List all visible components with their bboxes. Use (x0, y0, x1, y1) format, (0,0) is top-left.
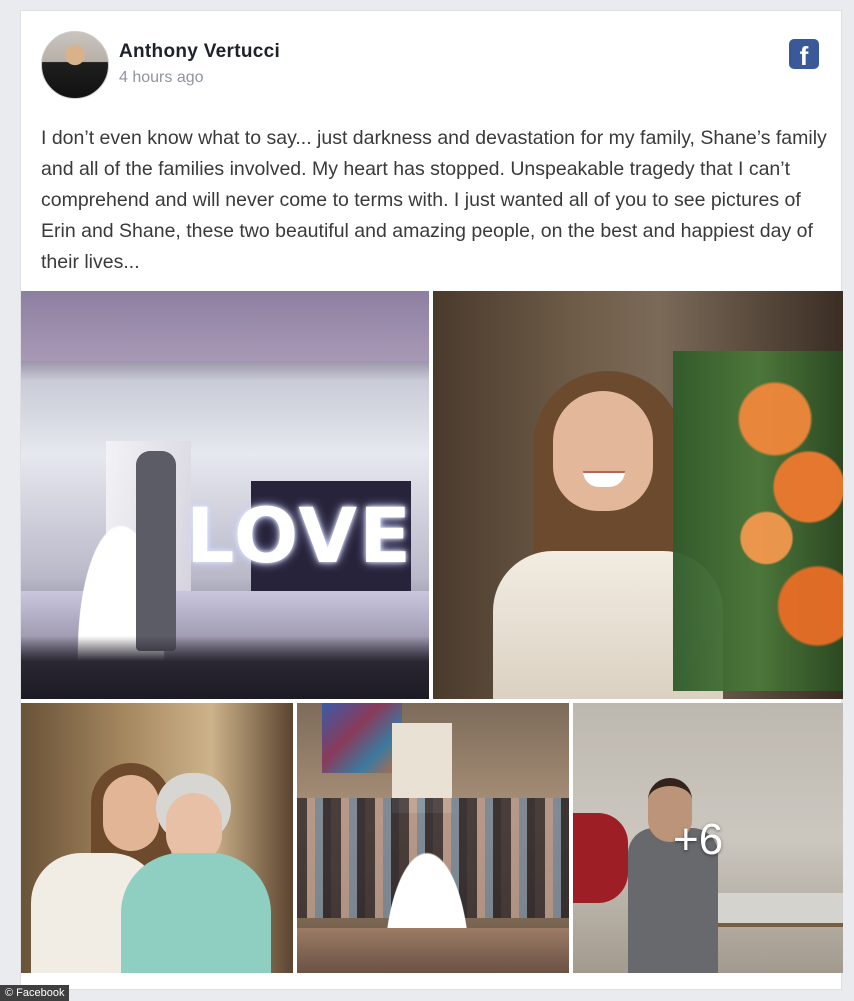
photo-detail (297, 928, 569, 973)
photo-detail (103, 775, 159, 851)
photo-bride-grandmother[interactable] (21, 703, 293, 973)
post-card: Anthony Vertucci 4 hours ago f I don’t e… (20, 10, 843, 990)
post-header: Anthony Vertucci 4 hours ago f (41, 31, 821, 101)
photo-detail (21, 636, 429, 699)
photo-detail (21, 291, 429, 361)
image-credit: © Facebook (0, 985, 70, 1001)
photo-wedding-group[interactable] (297, 703, 569, 973)
photo-detail (553, 391, 653, 511)
more-photos-count[interactable]: +6 (673, 815, 723, 865)
photo-detail (121, 853, 271, 973)
author-name[interactable]: Anthony Vertucci (119, 41, 280, 63)
author-avatar[interactable] (41, 31, 109, 99)
photo-bride-flowers[interactable] (433, 291, 843, 699)
facebook-icon: f (789, 39, 819, 71)
photo-detail (136, 451, 176, 651)
love-sign: LOVE (186, 491, 414, 580)
photo-detail (673, 351, 843, 691)
photo-groom-more[interactable]: +6 (573, 703, 843, 973)
post-body: I don’t even know what to say... just da… (41, 127, 827, 273)
photo-detail (322, 703, 402, 773)
post-timestamp[interactable]: 4 hours ago (119, 69, 204, 87)
photo-reception[interactable]: LOVE (21, 291, 429, 699)
